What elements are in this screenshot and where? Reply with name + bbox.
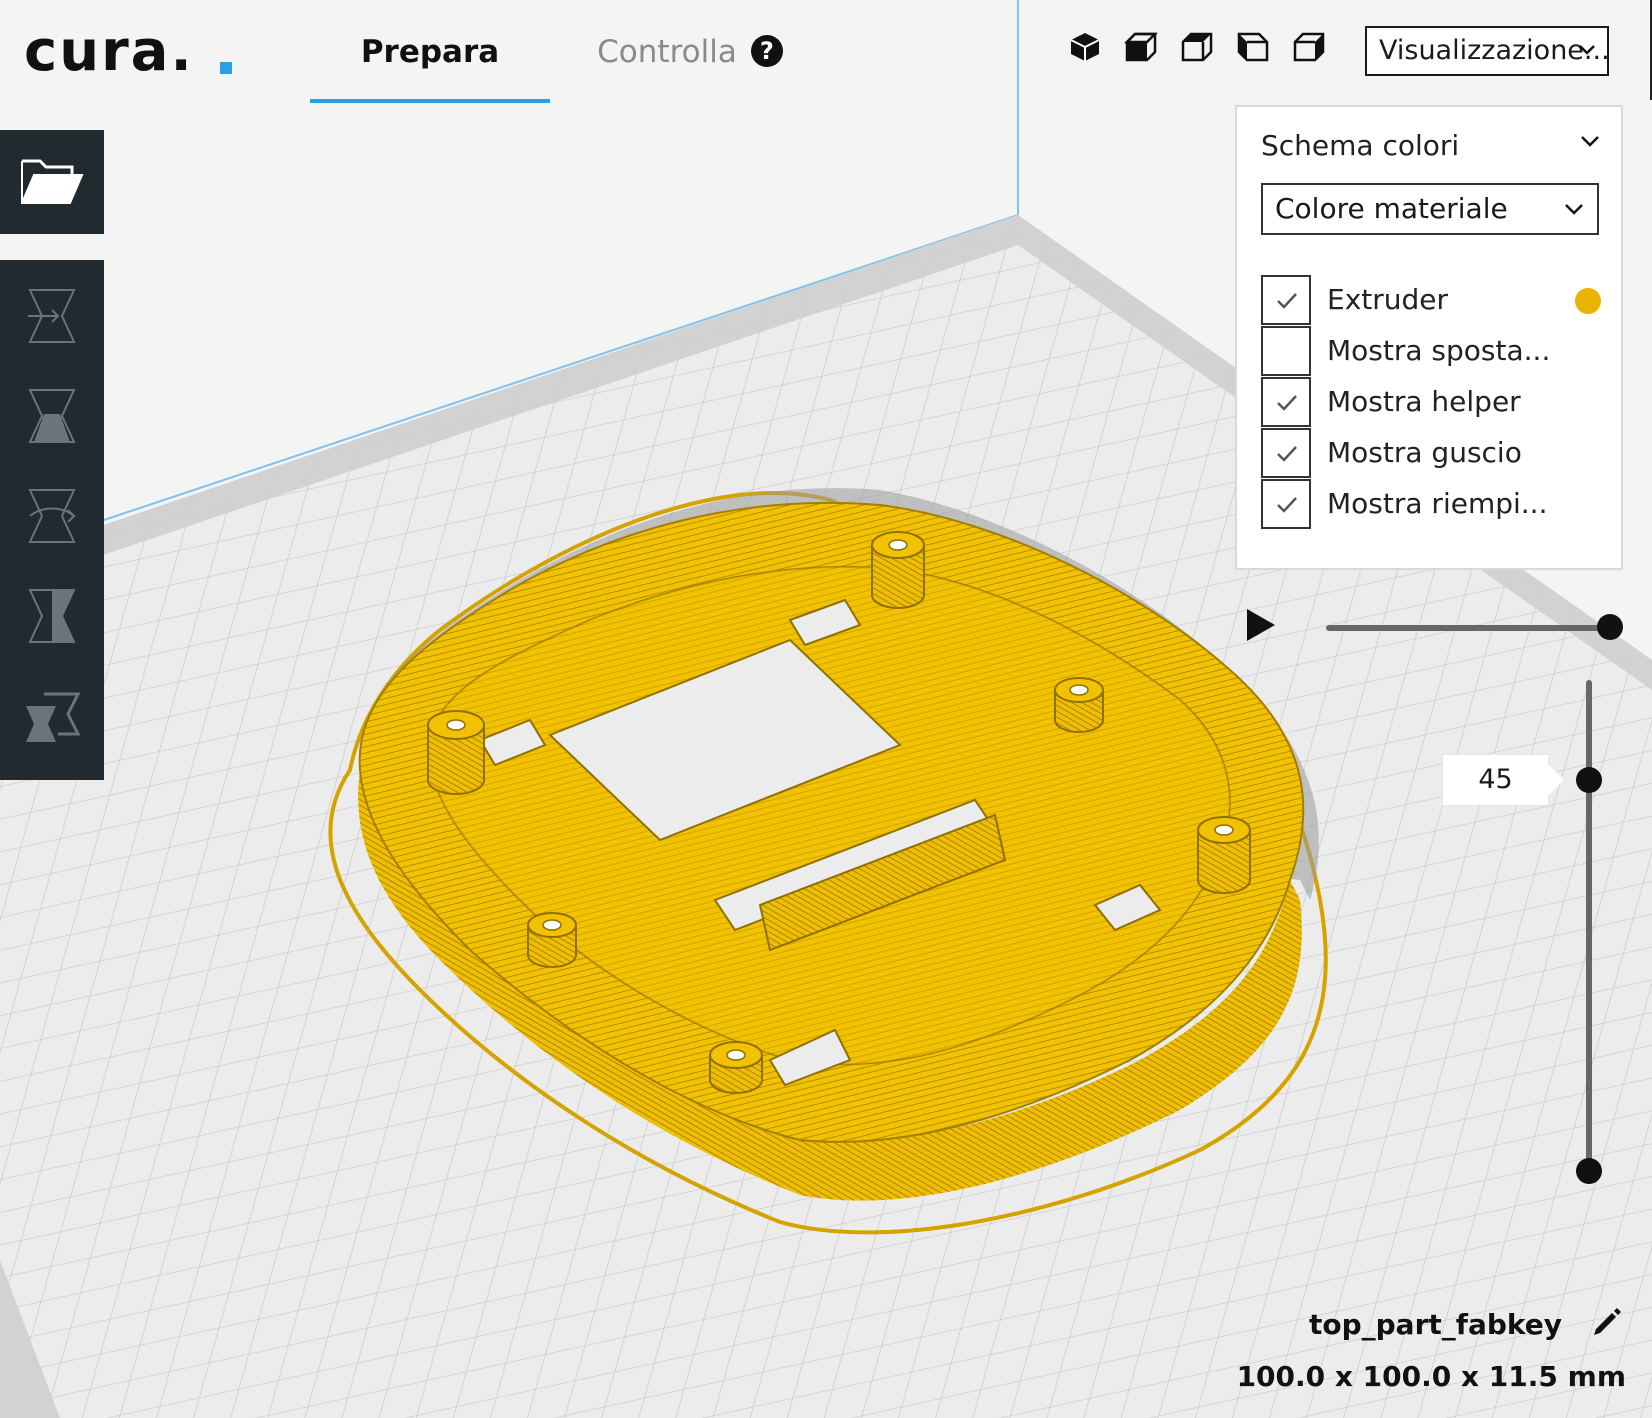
tab-prepare[interactable]: Prepara [310,22,550,82]
extruder-color-swatch [1575,288,1601,314]
path-slider-handle[interactable] [1597,614,1623,640]
show-helpers-label: Mostra helper [1327,385,1521,418]
check-icon [1277,497,1297,513]
check-icon [1277,293,1297,309]
object-dimensions: 100.0 x 100.0 x 11.5 mm [1236,1360,1626,1393]
chevron-down-icon [1579,45,1595,55]
option-show-travels[interactable]: Mostra sposta... [1261,326,1601,378]
view-front-icon[interactable] [1124,30,1158,64]
view-right-icon[interactable] [1292,30,1326,64]
option-show-infill[interactable]: Mostra riempi... [1261,479,1601,531]
layer-slider-upper-handle[interactable] [1576,767,1602,793]
folder-open-icon [21,159,84,204]
mirror-tool-icon[interactable] [22,586,82,646]
check-icon [1277,446,1297,462]
cura-logo: cura. [24,22,232,82]
color-scheme-value: Colore materiale [1275,192,1508,225]
show-infill-label: Mostra riempi... [1327,487,1548,520]
option-show-helpers[interactable]: Mostra helper [1261,377,1601,429]
layer-slider-lower-handle[interactable] [1576,1158,1602,1184]
check-icon [1277,395,1297,411]
chevron-down-icon[interactable] [1579,133,1601,149]
show-helpers-checkbox[interactable] [1261,377,1311,427]
view-mode-value: Visualizzazione... [1379,35,1610,66]
tab-monitor[interactable]: Controlla? [570,22,810,82]
active-tab-indicator [310,99,550,103]
view-left-icon[interactable] [1236,30,1270,64]
show-shell-checkbox[interactable] [1261,428,1311,478]
view-settings-panel: Schema colori Colore materiale Extruder … [1235,105,1623,570]
view-top-icon[interactable] [1180,30,1214,64]
tab-monitor-label: Controlla [597,34,737,70]
layer-slider-track[interactable] [1586,680,1592,1175]
show-travels-label: Mostra sposta... [1327,334,1551,367]
tab-prepare-label: Prepara [360,34,500,70]
scale-tool-icon[interactable] [22,386,82,446]
chevron-down-icon [1565,204,1583,215]
color-scheme-select[interactable]: Colore materiale [1261,183,1599,235]
move-tool-icon[interactable] [22,286,82,346]
option-show-shell[interactable]: Mostra guscio [1261,428,1601,480]
pencil-icon[interactable] [1590,1305,1624,1339]
show-travels-checkbox[interactable] [1261,326,1311,376]
current-layer-value: 45 [1478,764,1513,795]
tool-bar [0,260,104,780]
open-file-button[interactable] [0,130,104,234]
extruder-label: Extruder [1327,283,1449,316]
per-model-settings-icon[interactable] [22,686,82,746]
help-icon[interactable]: ? [750,34,783,67]
path-slider-track[interactable] [1326,625,1616,631]
show-shell-label: Mostra guscio [1327,436,1522,469]
view-mode-select[interactable]: Visualizzazione... [1365,26,1610,76]
camera-view-buttons [1068,30,1326,64]
logo-text: cura. [24,22,194,82]
extruder-checkbox[interactable] [1261,275,1311,325]
show-infill-checkbox[interactable] [1261,479,1311,529]
play-icon[interactable] [1245,607,1277,643]
view-3d-icon[interactable] [1068,30,1102,64]
rotate-tool-icon[interactable] [22,486,82,546]
option-extruder[interactable]: Extruder [1261,275,1601,327]
object-name: top_part_fabkey [1308,1308,1562,1341]
current-layer-input[interactable]: 45 [1443,755,1564,805]
color-scheme-title: Schema colori [1261,129,1460,162]
